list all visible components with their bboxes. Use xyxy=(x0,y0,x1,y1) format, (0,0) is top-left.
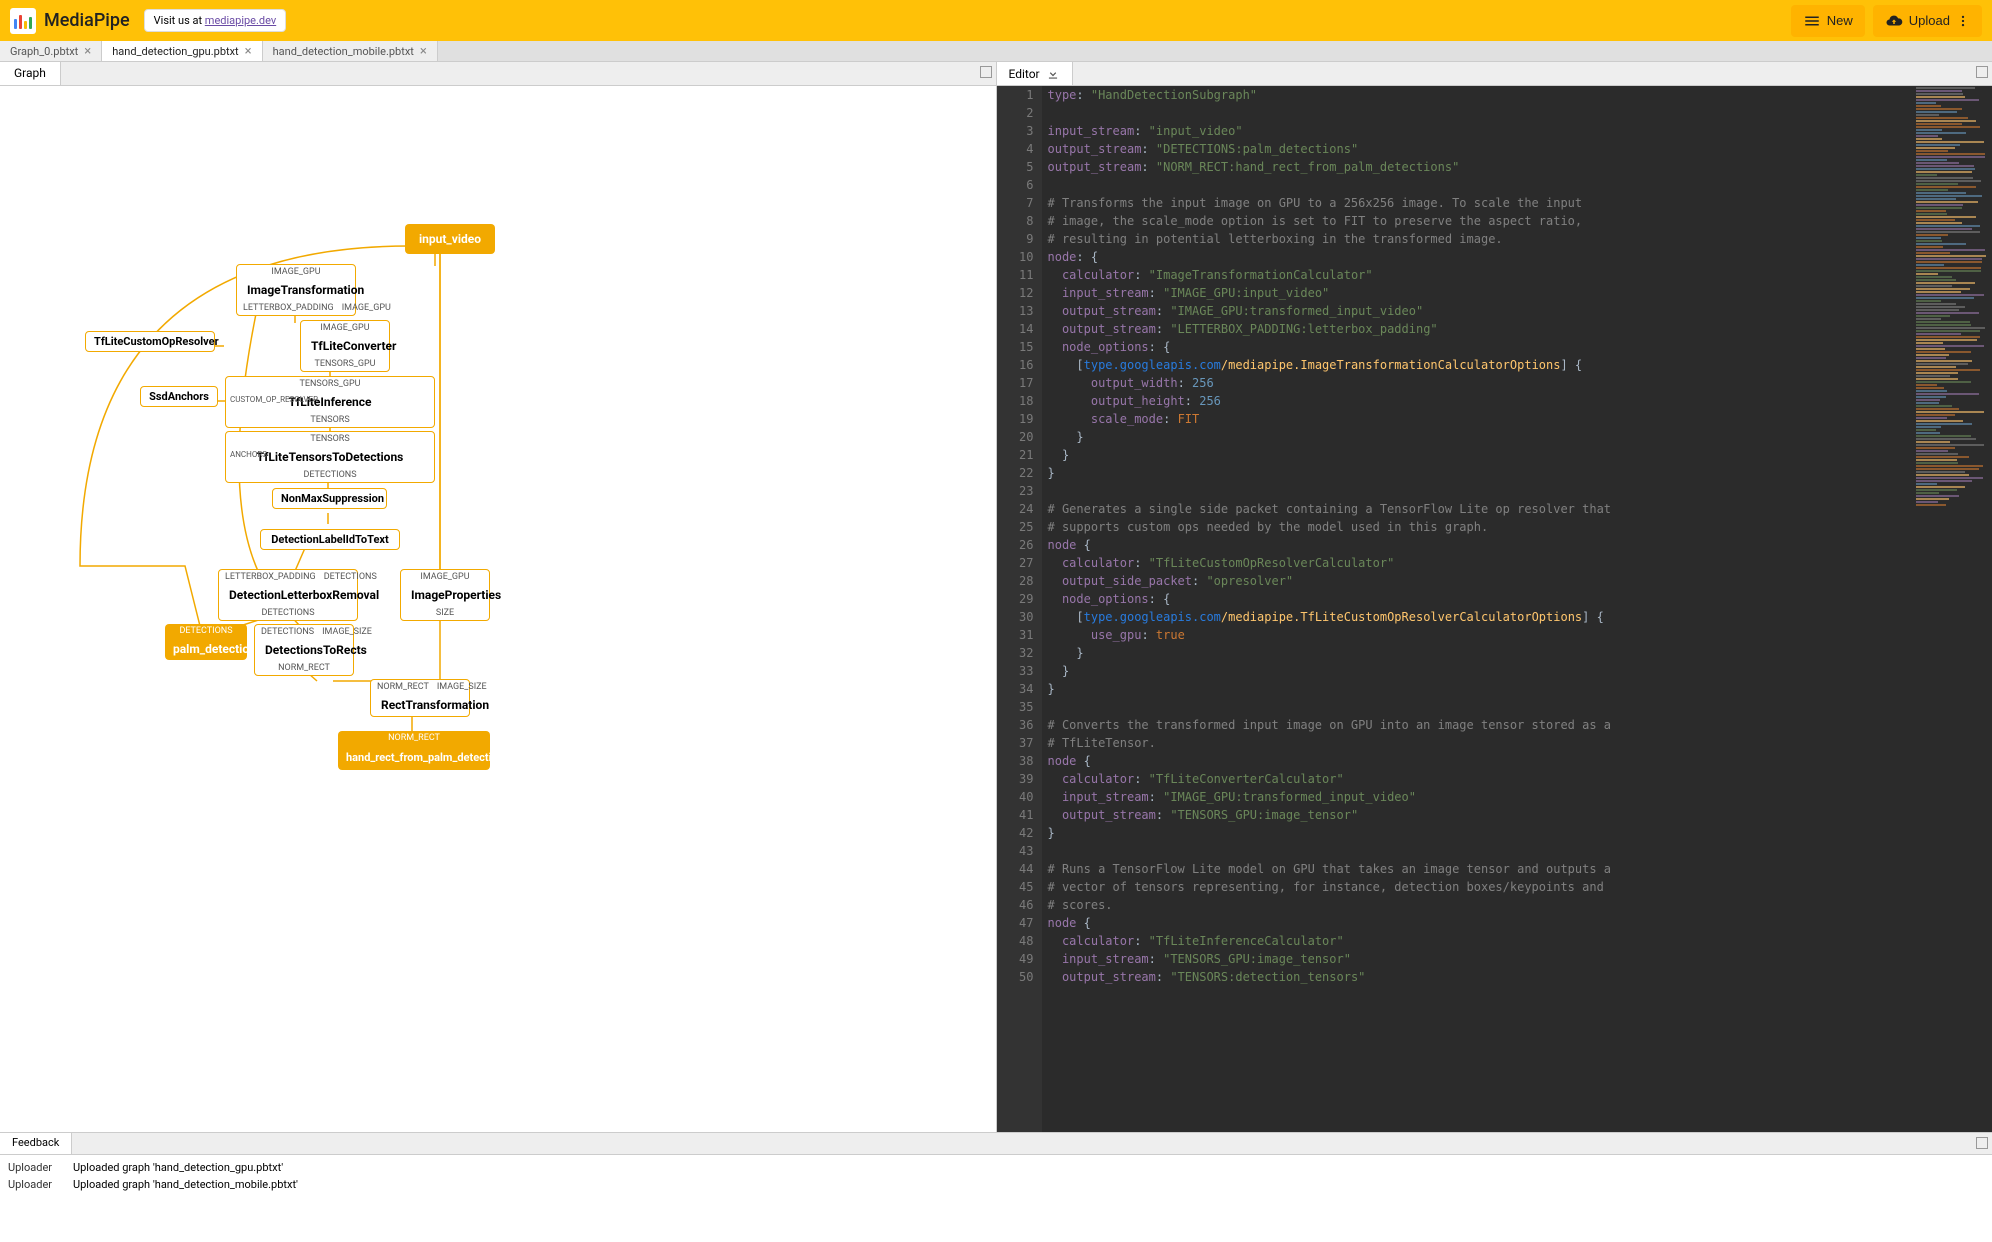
close-icon[interactable]: × xyxy=(420,44,427,59)
expand-icon[interactable] xyxy=(1976,66,1988,78)
file-tab[interactable]: hand_detection_gpu.pbtxt× xyxy=(102,41,262,61)
expand-icon[interactable] xyxy=(1976,1137,1988,1149)
new-button[interactable]: New xyxy=(1791,5,1865,37)
node-title: input_video xyxy=(405,224,495,254)
node-tflite-custom-op-resolver[interactable]: TfLiteCustomOpResolver xyxy=(85,331,215,352)
tab-editor[interactable]: Editor xyxy=(997,62,1073,85)
node-detections-to-rects[interactable]: DETECTIONSIMAGE_SIZE DetectionsToRects N… xyxy=(254,624,354,676)
node-tflite-converter[interactable]: IMAGE_GPU TfLiteConverter TENSORS_GPU xyxy=(300,320,390,372)
feedback-tabs: Feedback xyxy=(0,1133,1992,1155)
close-icon[interactable]: × xyxy=(84,44,91,59)
minimap[interactable] xyxy=(1912,86,1992,1132)
node-title: palm_detections xyxy=(165,638,247,660)
graph-canvas[interactable]: input_video IMAGE_GPU ImageTransformatio… xyxy=(0,86,996,1132)
graph-pane: Graph input_video IMAGE_GPU ImageTransfo… xyxy=(0,62,997,1132)
code-editor[interactable]: 1234567891011121314151617181920212223242… xyxy=(997,86,1992,1132)
app-title: MediaPipe xyxy=(44,10,130,31)
hamburger-icon xyxy=(1803,12,1821,30)
node-tflite-inference[interactable]: TENSORS_GPU CUSTOM_OP_RESOLVERTfLiteInfe… xyxy=(225,376,435,428)
node-title: TfLiteCustomOpResolver xyxy=(86,332,214,351)
cloud-upload-icon xyxy=(1885,12,1903,30)
feedback-row: UploaderUploaded graph 'hand_detection_g… xyxy=(8,1159,1984,1176)
node-title: TfLiteTensorsToDetections xyxy=(257,450,404,464)
graph-edges xyxy=(0,86,996,1132)
tab-feedback[interactable]: Feedback xyxy=(0,1133,72,1154)
node-title: ImageProperties xyxy=(401,584,489,606)
menu-dots-icon xyxy=(1956,12,1970,30)
upload-button[interactable]: Upload xyxy=(1873,5,1982,37)
code-content[interactable]: type: "HandDetectionSubgraph" input_stre… xyxy=(1042,86,1992,1132)
feedback-row: UploaderUploaded graph 'hand_detection_m… xyxy=(8,1176,1984,1193)
node-hand-rect[interactable]: NORM_RECT hand_rect_from_palm_detections xyxy=(338,731,490,770)
node-rect-transformation[interactable]: NORM_RECTIMAGE_SIZE RectTransformation xyxy=(370,679,470,717)
new-label: New xyxy=(1827,13,1853,28)
node-title: DetectionsToRects xyxy=(255,639,353,661)
node-non-max-suppression[interactable]: NonMaxSuppression xyxy=(272,488,387,509)
node-title: RectTransformation xyxy=(371,694,469,716)
expand-icon[interactable] xyxy=(980,66,992,78)
node-tensors-to-detections[interactable]: TENSORS ANCHORSTfLiteTensorsToDetections… xyxy=(225,431,435,483)
visit-chip[interactable]: Visit us at mediapipe.dev xyxy=(144,9,287,32)
node-palm-detections[interactable]: DETECTIONS palm_detections xyxy=(165,624,247,660)
upload-label: Upload xyxy=(1909,13,1950,28)
graph-pane-tabs: Graph xyxy=(0,62,996,86)
feedback-body: UploaderUploaded graph 'hand_detection_g… xyxy=(0,1155,1992,1197)
node-detection-label-to-text[interactable]: DetectionLabelIdToText xyxy=(260,529,400,550)
node-title: TfLiteConverter xyxy=(301,335,389,357)
node-ssd-anchors[interactable]: SsdAnchors xyxy=(140,386,218,407)
node-image-properties[interactable]: IMAGE_GPU ImageProperties SIZE xyxy=(400,569,490,621)
download-icon[interactable] xyxy=(1046,67,1060,81)
logo xyxy=(10,8,36,34)
node-letterbox-removal[interactable]: LETTERBOX_PADDINGDETECTIONS DetectionLet… xyxy=(218,569,358,621)
node-title: hand_rect_from_palm_detections xyxy=(338,745,490,770)
close-icon[interactable]: × xyxy=(245,44,252,59)
node-title: DetectionLabelIdToText xyxy=(261,530,399,549)
file-tab[interactable]: Graph_0.pbtxt× xyxy=(0,41,102,61)
node-input-video[interactable]: input_video xyxy=(405,224,495,254)
node-title: NonMaxSuppression xyxy=(273,489,386,508)
file-tabs: Graph_0.pbtxt×hand_detection_gpu.pbtxt×h… xyxy=(0,41,1992,62)
node-title: ImageTransformation xyxy=(237,279,355,301)
node-title: DetectionLetterboxRemoval xyxy=(219,584,357,606)
editor-pane: Editor 123456789101112131415161718192021… xyxy=(997,62,1992,1132)
editor-tab-label: Editor xyxy=(1009,67,1040,81)
visit-prefix: Visit us at xyxy=(154,14,205,27)
file-tab[interactable]: hand_detection_mobile.pbtxt× xyxy=(263,41,438,61)
node-title: SsdAnchors xyxy=(141,387,217,406)
editor-pane-tabs: Editor xyxy=(997,62,1992,86)
feedback-panel: Feedback UploaderUploaded graph 'hand_de… xyxy=(0,1132,1992,1242)
tab-graph[interactable]: Graph xyxy=(0,62,61,85)
line-gutter: 1234567891011121314151617181920212223242… xyxy=(997,86,1042,1132)
node-image-transformation[interactable]: IMAGE_GPU ImageTransformation LETTERBOX_… xyxy=(236,264,356,316)
visit-link[interactable]: mediapipe.dev xyxy=(205,14,276,27)
app-header: MediaPipe Visit us at mediapipe.dev New … xyxy=(0,0,1992,41)
